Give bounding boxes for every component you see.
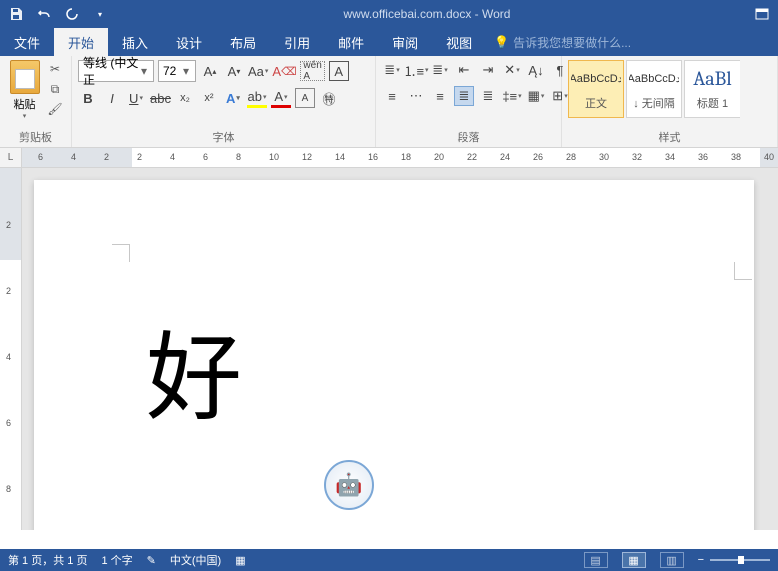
tab-layout[interactable]: 布局 [216,28,270,56]
numbering-button[interactable]: ⒈≡▾ [406,60,426,80]
tab-selector[interactable]: L [0,148,22,167]
font-name-combo[interactable]: 等线 (中文正 ▾ [78,60,154,82]
underline-button[interactable]: U▾ [126,88,146,108]
copy-icon[interactable]: ⧉ [45,80,65,98]
tab-file[interactable]: 文件 [0,28,54,56]
ribbon-tabs: 文件 开始 插入 设计 布局 引用 邮件 审阅 视图 💡 告诉我您想要做什么..… [0,28,778,56]
sort-button[interactable]: Ą↓ [526,60,546,80]
chevron-down-icon: ▾ [179,61,193,81]
char-shading-button[interactable]: A [295,88,315,108]
view-web-icon[interactable]: ▥ [660,552,684,568]
macro-icon[interactable]: ▦ [235,554,245,567]
group-font: 等线 (中文正 ▾ 72 ▾ A▴ A▾ Aa▾ A⌫ wénA A B I U… [72,56,376,147]
group-paragraph: ≣▾ ⒈≡▾ ≣▾ ⇤ ⇥ ✕▾ Ą↓ ¶ ≡ ⋯ ≡ ≣ ≣ ‡≡▾ ▦▾ ⊞… [376,56,562,147]
format-painter-icon[interactable]: 🖌 [45,100,65,118]
work-area: 22468 好 🤖 [0,168,778,530]
shading-button[interactable]: ▦▾ [526,86,546,106]
tab-home[interactable]: 开始 [54,28,108,56]
document-text[interactable]: 好 [146,300,242,439]
paste-button[interactable]: 粘贴 ▾ [6,60,43,120]
style-heading1[interactable]: AaBl 标题 1 [684,60,740,118]
align-left-button[interactable]: ≡ [382,86,402,106]
horizontal-ruler[interactable]: 642246810121416182022242628303234363840 [22,148,778,167]
align-right-button[interactable]: ≡ [430,86,450,106]
line-spacing-button[interactable]: ‡≡▾ [502,86,522,106]
save-icon[interactable] [6,4,26,24]
group-clipboard: 粘贴 ▾ ✂ ⧉ 🖌 剪贴板 [0,56,72,147]
group-label: 剪贴板 [6,127,65,145]
decrease-indent-button[interactable]: ⇤ [454,60,474,80]
tell-me[interactable]: 💡 告诉我您想要做什么... [494,28,631,56]
lightbulb-icon: 💡 [494,35,509,49]
page[interactable]: 好 🤖 [34,180,754,530]
style-normal[interactable]: AaBbCcDد 正文 [568,60,624,118]
superscript-button[interactable]: x² [199,88,219,108]
status-lang[interactable]: 中文(中国) [170,552,221,568]
assistant-avatar[interactable]: 🤖 [324,460,374,510]
style-nospacing[interactable]: AaBbCcDد ↓ 无间隔 [626,60,682,118]
view-read-icon[interactable]: ▤ [584,552,608,568]
zoom-control[interactable]: − [698,554,770,566]
subscript-button[interactable]: x₂ [175,88,195,108]
status-page[interactable]: 第 1 页，共 1 页 [8,552,87,568]
redo-icon[interactable] [62,4,82,24]
multilevel-button[interactable]: ≣▾ [430,60,450,80]
ribbon: 粘贴 ▾ ✂ ⧉ 🖌 剪贴板 等线 (中文正 ▾ 72 ▾ A [0,56,778,148]
font-size-combo[interactable]: 72 ▾ [158,60,196,82]
vertical-ruler[interactable]: 22468 [0,168,22,530]
align-justify-button[interactable]: ≣ [454,86,474,106]
tab-insert[interactable]: 插入 [108,28,162,56]
status-bar: 第 1 页，共 1 页 1 个字 ✎ 中文(中国) ▦ ▤ ▦ ▥ − [0,549,778,571]
undo-icon[interactable] [34,4,54,24]
tab-references[interactable]: 引用 [270,28,324,56]
qat-dropdown-icon[interactable]: ▾ [90,4,110,24]
window-title: www.officebai.com.docx - Word [116,7,738,21]
align-center-button[interactable]: ⋯ [406,86,426,106]
change-case-button[interactable]: Aa▾ [248,61,268,81]
increase-indent-button[interactable]: ⇥ [478,60,498,80]
ribbon-display-icon[interactable] [752,4,772,24]
asian-layout-button[interactable]: ✕▾ [502,60,522,80]
title-bar: ▾ www.officebai.com.docx - Word [0,0,778,28]
group-label: 段落 [382,127,555,145]
proofing-icon[interactable]: ✎ [147,554,156,567]
font-color-button[interactable]: A▾ [271,88,291,108]
highlight-button[interactable]: ab▾ [247,88,267,108]
bullets-button[interactable]: ≣▾ [382,60,402,80]
zoom-out-icon[interactable]: − [698,554,704,566]
char-border-button[interactable]: A [329,61,349,81]
bold-button[interactable]: B [78,88,98,108]
paste-icon [10,60,40,94]
robot-icon: 🤖 [335,472,362,498]
document-scroll[interactable]: 好 🤖 [22,168,778,530]
cut-icon[interactable]: ✂ [45,60,65,78]
chevron-down-icon: ▾ [137,61,151,81]
clear-format-button[interactable]: A⌫ [272,61,296,81]
distributed-button[interactable]: ≣ [478,86,498,106]
text-effects-button[interactable]: A▾ [223,88,243,108]
tab-mailings[interactable]: 邮件 [324,28,378,56]
ruler-row: L 64224681012141618202224262830323436384… [0,148,778,168]
italic-button[interactable]: I [102,88,122,108]
strike-button[interactable]: abc [150,88,171,108]
tab-design[interactable]: 设计 [162,28,216,56]
grow-font-button[interactable]: A▴ [200,61,220,81]
tab-view[interactable]: 视图 [432,28,486,56]
enclose-char-button[interactable]: ㊕ [319,88,339,108]
view-print-icon[interactable]: ▦ [622,552,646,568]
group-styles: AaBbCcDد 正文 AaBbCcDد ↓ 无间隔 AaBl 标题 1 样式 [562,56,778,147]
tab-review[interactable]: 审阅 [378,28,432,56]
phonetic-guide-button[interactable]: wénA [300,61,324,81]
group-label: 字体 [78,127,369,145]
shrink-font-button[interactable]: A▾ [224,61,244,81]
group-label: 样式 [568,127,771,145]
status-words[interactable]: 1 个字 [101,552,132,568]
